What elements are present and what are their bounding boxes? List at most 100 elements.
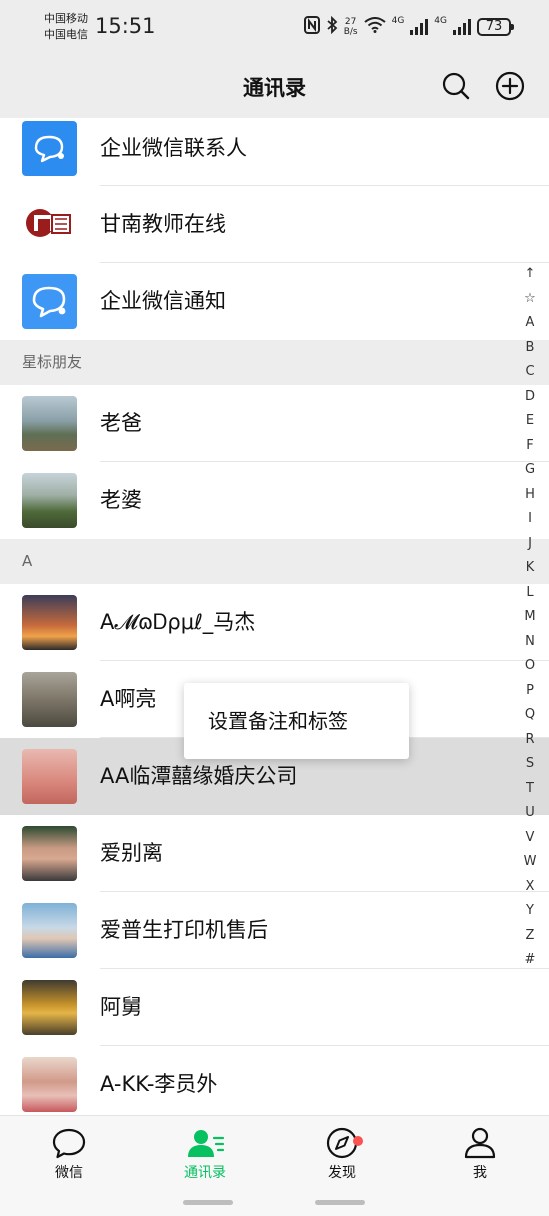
contacts-icon	[188, 1130, 225, 1157]
tab-contacts[interactable]: 通讯录	[160, 1126, 250, 1182]
alphabet-index-bar[interactable]: ↑ ☆ A B C D E F G H I J K L M N O P Q R S T U V W X Y Z #	[520, 262, 540, 973]
status-icons: 27 B/s 4G 4G 73	[303, 14, 514, 40]
network-type-1: 4G	[391, 16, 405, 26]
contact-name: 爱普生打印机售后	[100, 918, 268, 942]
index-letter[interactable]: V	[520, 826, 540, 851]
index-letter[interactable]: P	[520, 679, 540, 704]
avatar	[22, 980, 77, 1035]
nfc-icon	[303, 16, 320, 38]
signal-bars-1-icon	[410, 19, 429, 35]
index-letter[interactable]: ☆	[520, 287, 540, 312]
contact-name: A啊亮	[100, 687, 157, 711]
bluetooth-icon	[326, 15, 338, 38]
battery-icon: 73	[477, 18, 514, 36]
contact-name: 阿舅	[100, 995, 142, 1019]
contact-name: 爱别离	[100, 841, 163, 865]
carrier-info: 中国移动 中国电信	[44, 11, 88, 43]
signal-bars-2-icon	[453, 19, 471, 35]
index-letter[interactable]: H	[520, 483, 540, 508]
contact-name: 老婆	[100, 488, 142, 512]
chat-bubble-icon	[52, 1128, 86, 1159]
index-letter[interactable]: K	[520, 556, 540, 581]
avatar	[22, 473, 77, 528]
index-letter[interactable]: S	[520, 752, 540, 777]
list-item-wecom-notify[interactable]: 企业微信通知	[0, 263, 549, 340]
wecom-contacts-icon	[22, 121, 77, 176]
status-bar: 中国移动 中国电信 15:51 27 B/s 4G 4G 73	[0, 0, 549, 56]
network-speed: 27 B/s	[343, 17, 358, 37]
list-item-contact[interactable]: 爱别离	[0, 815, 549, 892]
index-letter[interactable]: Q	[520, 703, 540, 728]
index-letter[interactable]: O	[520, 654, 540, 679]
list-item-contact[interactable]: 老爸	[0, 385, 549, 462]
index-letter[interactable]: F	[520, 434, 540, 459]
index-letter[interactable]: T	[520, 777, 540, 802]
list-item-contact[interactable]: A𝓜ɷᎠρμℓ_马杰	[0, 584, 549, 661]
tab-label: 发现	[328, 1165, 356, 1181]
index-letter[interactable]: Z	[520, 924, 540, 949]
contact-list[interactable]: 企业微信联系人 甘南教师在线 企业微信通知 星标朋友 老爸 老婆 A A𝓜ɷᎠρ…	[0, 118, 549, 1115]
list-item-wecom-contacts[interactable]: 企业微信联系人	[0, 118, 549, 186]
plus-circle-icon	[495, 71, 525, 101]
contact-name: A𝓜ɷᎠρμℓ_马杰	[100, 610, 256, 634]
clock: 15:51	[95, 14, 156, 38]
tab-chats[interactable]: 微信	[24, 1126, 114, 1182]
carrier-2: 中国电信	[44, 28, 88, 41]
avatar	[22, 595, 77, 650]
avatar	[22, 903, 77, 958]
menu-item-set-remark-and-tag[interactable]: 设置备注和标签	[208, 709, 348, 733]
wecom-notify-icon	[22, 274, 77, 329]
carrier-1: 中国移动	[44, 12, 88, 25]
bottom-tab-bar: 微信 通讯录 发现 我	[0, 1115, 549, 1216]
index-letter[interactable]: C	[520, 360, 540, 385]
index-letter[interactable]: N	[520, 630, 540, 655]
tab-me[interactable]: 我	[435, 1126, 525, 1182]
index-letter[interactable]: X	[520, 875, 540, 900]
list-item-label: 甘南教师在线	[100, 212, 226, 236]
avatar	[22, 672, 77, 727]
tab-discover[interactable]: 发现	[297, 1126, 387, 1182]
index-letter[interactable]: M	[520, 605, 540, 630]
person-icon	[464, 1127, 496, 1159]
index-letter[interactable]: Y	[520, 899, 540, 924]
index-letter[interactable]: G	[520, 458, 540, 483]
list-item-label: 企业微信联系人	[100, 136, 247, 160]
tab-label: 微信	[55, 1165, 83, 1181]
nav-header: 通讯录	[0, 56, 549, 118]
gesture-bar-right	[315, 1200, 365, 1205]
index-letter[interactable]: B	[520, 336, 540, 361]
gesture-bar-left	[183, 1200, 233, 1205]
avatar	[22, 749, 77, 804]
search-button[interactable]	[440, 70, 472, 102]
gannan-teacher-logo	[22, 197, 77, 252]
tab-label: 通讯录	[184, 1165, 226, 1181]
index-letter[interactable]: R	[520, 728, 540, 753]
index-letter[interactable]: U	[520, 801, 540, 826]
index-letter[interactable]: I	[520, 507, 540, 532]
search-icon	[442, 72, 470, 100]
section-header-starred: 星标朋友	[0, 340, 549, 385]
section-header-a: A	[0, 539, 549, 584]
avatar	[22, 396, 77, 451]
list-item-contact[interactable]: 老婆	[0, 462, 549, 539]
index-letter[interactable]: J	[520, 532, 540, 557]
list-item-contact[interactable]: 爱普生打印机售后	[0, 892, 549, 969]
list-item-contact[interactable]: A-KK-李员外	[0, 1046, 549, 1115]
tab-label: 我	[473, 1165, 487, 1181]
index-letter[interactable]: L	[520, 581, 540, 606]
list-item-gannan-teacher[interactable]: 甘南教师在线	[0, 186, 549, 263]
index-letter[interactable]: A	[520, 311, 540, 336]
index-letter[interactable]: E	[520, 409, 540, 434]
list-item-contact[interactable]: 阿舅	[0, 969, 549, 1046]
index-letter[interactable]: #	[520, 948, 540, 973]
avatar	[22, 826, 77, 881]
index-letter[interactable]: W	[520, 850, 540, 875]
network-type-2: 4G	[434, 16, 447, 26]
notification-dot	[353, 1136, 363, 1146]
contact-name: A-KK-李员外	[100, 1072, 218, 1096]
index-letter[interactable]: ↑	[520, 262, 540, 287]
wifi-icon	[363, 17, 386, 37]
context-menu-set-remark[interactable]: 设置备注和标签	[184, 683, 409, 759]
add-button[interactable]	[494, 70, 526, 102]
index-letter[interactable]: D	[520, 385, 540, 410]
